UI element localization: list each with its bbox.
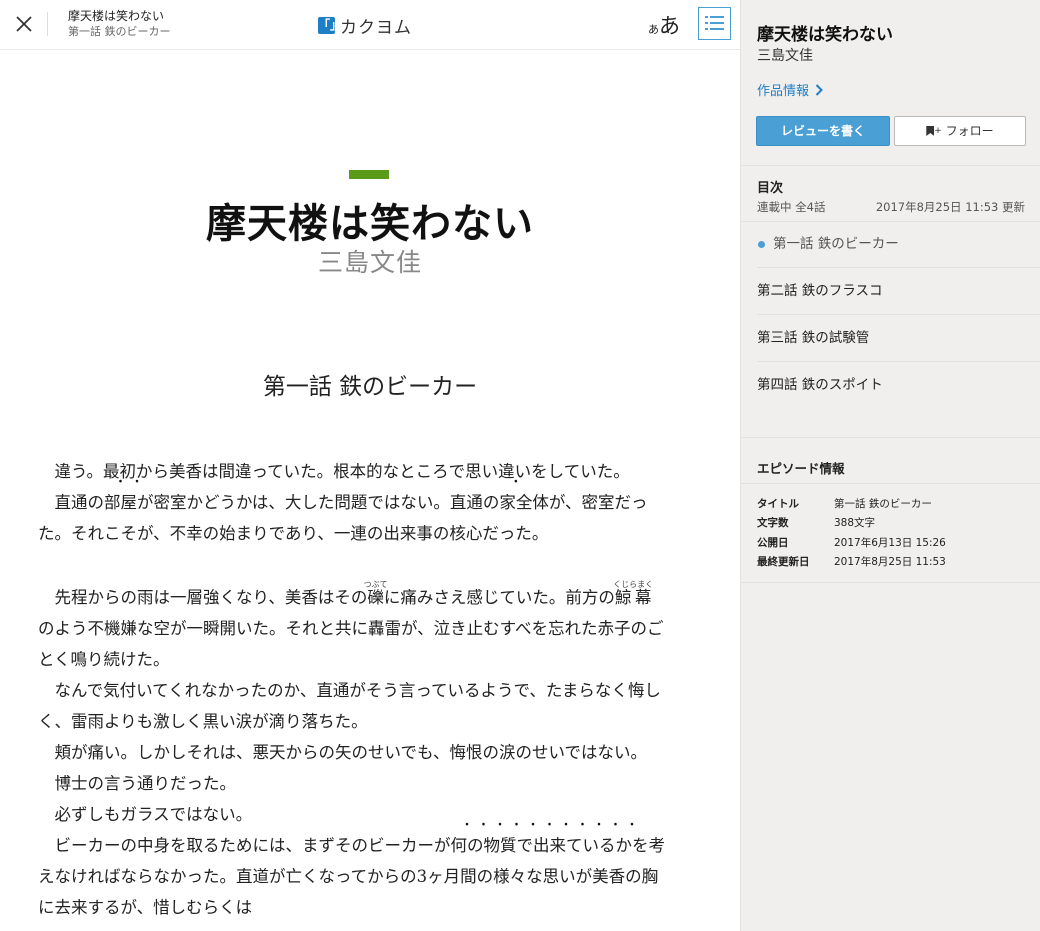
- header-work-title[interactable]: 摩天楼は笑わない: [68, 9, 171, 24]
- reader-header: 摩天楼は笑わない 第一話 鉄のビーカー 「」 カクヨム ああ: [0, 0, 740, 50]
- emphasis-char: 部: [104, 493, 121, 512]
- episode-body-area: 摩天楼は笑わない 三島文佳 第一話 鉄のビーカー 違う。最初から美香は間違ってい…: [0, 51, 740, 931]
- list-icon: [705, 16, 724, 30]
- paragraph: なんで気付いてくれなかったのか、直通がそう言っているようで、たまらなく悔し: [54, 681, 661, 700]
- paragraph: 先程からの雨は一層強くなり、美香はその礫つぶてに痛みさえ感じていた。前方の鯨幕く…: [54, 580, 654, 607]
- emphasis-char: 質: [500, 836, 517, 855]
- paragraph-continuation: とく鳴り続けた。: [38, 650, 170, 669]
- episode-link-4[interactable]: 第四話 鉄のスポイト: [741, 362, 1040, 409]
- paragraph: ビーカーの中身を取るためには、まずそのビーカーが何の物質で出来ているかを考: [38, 830, 708, 861]
- logo-text: カクヨム: [340, 18, 412, 38]
- episode-link-2[interactable]: 第二話 鉄のフラスコ: [741, 268, 1040, 315]
- episode-info-heading: エピソード情報: [757, 461, 845, 476]
- meta-row-char-count: 文字数 388文字: [757, 517, 876, 529]
- episode-link-label: 第三話 鉄の試験管: [757, 330, 870, 346]
- emphasis-char: で: [517, 836, 534, 855]
- font-small-glyph: あ: [648, 23, 659, 36]
- paragraph-continuation: に去来するが、惜しむらくは: [38, 898, 253, 917]
- paragraph-continuation: えなければならなかった。直道が亡くなってからの3ヶ月間の様々な思いが美香の胸: [38, 867, 659, 886]
- meta-row-updated: 最終更新日 2017年8月25日 11:53: [757, 556, 946, 568]
- paragraph-continuation: た。それこそが、不幸の始まりであり、一連の出来事の核心だった。: [38, 524, 549, 543]
- paragraph-continuation: のよう不機嫌な空が一瞬開いた。それと共に轟雷が、泣き止むすべを忘れた赤子のご: [38, 619, 664, 638]
- paragraph-continuation: く、雷雨よりも激しく黒い涙が滴り落ちた。: [38, 712, 368, 731]
- current-episode-dot: [758, 241, 765, 248]
- work-info-label: 作品情報: [757, 84, 810, 99]
- emphasis-char: て: [566, 836, 583, 855]
- meta-row-title: タイトル 第一話 鉄のビーカー: [757, 498, 932, 510]
- work-title: 摩天楼は笑わない: [206, 201, 534, 247]
- emphasis-char: 物: [484, 836, 501, 855]
- divider: [741, 582, 1040, 583]
- close-icon[interactable]: [14, 14, 34, 34]
- emphasis-char: い: [583, 836, 600, 855]
- font-size-button[interactable]: ああ: [648, 10, 680, 40]
- work-info-link[interactable]: 作品情報: [757, 80, 823, 99]
- logo-mark-icon: 「」: [318, 17, 343, 34]
- sidebar-work-title[interactable]: 摩天楼は笑わない: [757, 20, 893, 45]
- episode-link-1[interactable]: 第一話 鉄のビーカー: [741, 221, 1040, 268]
- kakuyomu-logo[interactable]: 「」 カクヨム: [318, 13, 412, 38]
- header-titles: 摩天楼は笑わない 第一話 鉄のビーカー: [68, 9, 171, 39]
- paragraph: 直通の部屋が密室かどうかは、大した問題ではない。直通の家全体が、密室だっ: [38, 487, 708, 518]
- episode-link-3[interactable]: 第三話 鉄の試験管: [741, 315, 1040, 362]
- emphasis-char: 来: [550, 836, 567, 855]
- divider: [741, 437, 1040, 438]
- episode-link-label: 第二話 鉄のフラスコ: [757, 283, 883, 299]
- emphasis-char: 何: [451, 836, 468, 855]
- last-updated: 2017年8月25日 11:53 更新: [875, 200, 1025, 214]
- emphasis-char: 屋: [121, 493, 138, 512]
- episode-text: 違う。最初から美香は間違っていた。根本的なところで思い違いをしていた。 直通の部…: [38, 456, 708, 923]
- episode-link-label: 第一話 鉄のビーカー: [773, 236, 899, 252]
- chevron-right-icon: [815, 83, 823, 96]
- write-review-button[interactable]: レビューを書く: [756, 116, 890, 146]
- episode-title: 第一話 鉄のビーカー: [262, 374, 478, 400]
- font-large-glyph: あ: [659, 14, 680, 38]
- table-of-contents-button[interactable]: [698, 7, 731, 40]
- emphasis-char: 出: [533, 836, 550, 855]
- paragraph: 博士の言う通りだった。: [54, 774, 237, 793]
- ruby-text: 鯨幕くじらまく: [613, 580, 654, 607]
- serialization-status: 連載中 全4話: [757, 200, 826, 214]
- toc-heading: 目次: [757, 181, 784, 196]
- follow-button[interactable]: + フォロー: [894, 116, 1026, 146]
- episode-link-label: 第四話 鉄のスポイト: [757, 377, 883, 393]
- sidebar-author[interactable]: 三島文佳: [757, 45, 813, 65]
- paragraph: 頬が痛い。しかしそれは、悪天からの矢のせいでも、悔恨の涙のせいではない。: [54, 743, 648, 762]
- header-divider: [47, 12, 48, 36]
- ruby-text: 礫つぶて: [363, 580, 388, 607]
- emphasis-char: か: [616, 836, 633, 855]
- work-author: 三島文佳: [317, 248, 422, 277]
- emphasis-char: る: [599, 836, 616, 855]
- emphasis-char: の: [467, 836, 484, 855]
- toc-sidebar: 摩天楼は笑わない 三島文佳 作品情報 レビューを書く + フォロー 目次 連載中…: [740, 0, 1040, 931]
- bookmark-plus-icon: [926, 126, 935, 136]
- divider: [741, 165, 1040, 166]
- meta-row-published: 公開日 2017年6月13日 15:26: [757, 537, 946, 549]
- divider: [741, 483, 1040, 484]
- emphasis-char: 家: [499, 493, 516, 512]
- follow-label: フォロー: [945, 124, 994, 138]
- title-accent-bar: [349, 170, 389, 179]
- header-episode-title: 第一話 鉄のビーカー: [68, 25, 171, 38]
